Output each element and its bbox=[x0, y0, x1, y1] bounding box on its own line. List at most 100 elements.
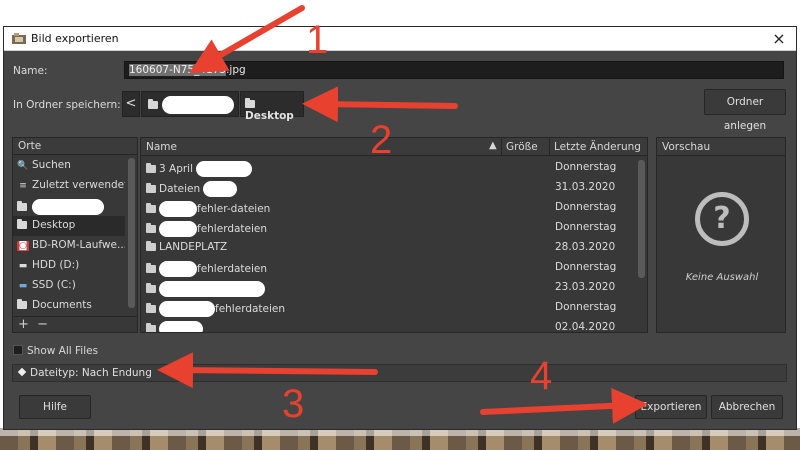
file-name: Dateien bbox=[159, 183, 201, 195]
place-home[interactable] bbox=[13, 196, 125, 216]
file-date: Donnerstag bbox=[555, 201, 617, 213]
column-name[interactable]: Name bbox=[146, 141, 177, 153]
file-row[interactable]: fehlerdateien Donnerstag bbox=[141, 218, 635, 238]
place-documents[interactable]: Documents bbox=[13, 296, 125, 316]
drive-icon: ▬ bbox=[18, 281, 28, 291]
file-row[interactable]: Dateien 31.03.2020 bbox=[141, 178, 635, 198]
path-crumb-desktop[interactable]: Desktop bbox=[240, 91, 304, 122]
file-row[interactable]: 02.04.2020 bbox=[141, 318, 635, 333]
export-dialog: Bild exportieren × Name: 160607-N75_4173… bbox=[3, 26, 797, 430]
place-label: Zuletzt verwendet bbox=[32, 179, 125, 191]
places-footer: + − bbox=[13, 316, 137, 332]
files-header: Name ▲ Größe Letzte Änderung bbox=[141, 138, 647, 156]
files-scrollbar[interactable] bbox=[638, 160, 645, 278]
add-place-button[interactable]: + bbox=[18, 317, 29, 332]
place-label: Desktop bbox=[32, 219, 76, 231]
column-modified[interactable]: Letzte Änderung bbox=[554, 141, 641, 153]
expander-icon bbox=[17, 367, 27, 377]
create-folder-button[interactable]: Ordner anlegen bbox=[704, 89, 786, 132]
preview-header: Vorschau bbox=[657, 138, 785, 156]
redacted-name bbox=[162, 96, 234, 114]
filetype-label: Dateityp: Nach Endung bbox=[30, 367, 152, 379]
folder-icon bbox=[245, 98, 255, 108]
folder-icon bbox=[148, 99, 158, 109]
place-search[interactable]: 🔍 Suchen bbox=[13, 156, 125, 176]
folder-icon bbox=[146, 263, 156, 273]
folder-icon bbox=[17, 219, 29, 231]
file-name: fehler-dateien bbox=[197, 203, 271, 215]
preview-empty-text: Keine Auswahl bbox=[685, 272, 759, 283]
file-name: fehlerdateien bbox=[197, 223, 268, 235]
folder-icon bbox=[146, 323, 156, 332]
help-button[interactable]: Hilfe bbox=[19, 395, 91, 419]
sort-ascending-icon[interactable]: ▲ bbox=[489, 140, 497, 151]
folder-icon bbox=[17, 299, 29, 311]
places-header: Orte bbox=[13, 138, 137, 155]
home-folder-icon bbox=[17, 201, 29, 213]
file-name: 3 April bbox=[159, 163, 194, 175]
file-date: 31.03.2020 bbox=[555, 181, 616, 193]
file-row[interactable]: fehlerdateien Donnerstag bbox=[141, 298, 635, 318]
disc-icon: ◙ bbox=[17, 241, 29, 251]
file-row[interactable]: LANDEPLATZ 28.03.2020 bbox=[141, 238, 635, 258]
gimp-app-icon bbox=[12, 33, 26, 44]
cancel-button[interactable]: Abbrechen bbox=[711, 395, 783, 419]
file-row[interactable]: fehler-dateien Donnerstag bbox=[141, 198, 635, 218]
place-ssd[interactable]: ▬ SSD (C:) bbox=[13, 276, 125, 296]
place-bd-rom[interactable]: ◙ BD-ROM-Laufwe... bbox=[13, 236, 125, 256]
file-date: Donnerstag bbox=[555, 161, 617, 173]
place-recent[interactable]: ≡ Zuletzt verwendet bbox=[13, 176, 125, 196]
file-date: Donnerstag bbox=[555, 261, 617, 273]
folder-icon bbox=[146, 203, 156, 213]
places-panel: Orte 🔍 Suchen ≡ Zuletzt verwendet Desktop … bbox=[12, 137, 138, 333]
checkbox-box[interactable] bbox=[13, 345, 23, 355]
file-date: 02.04.2020 bbox=[555, 321, 616, 333]
filename-selected-text: 160607-N75_4173 bbox=[129, 64, 227, 76]
column-size[interactable]: Größe bbox=[506, 141, 538, 153]
files-panel: Name ▲ Größe Letzte Änderung 3 April Don… bbox=[140, 137, 648, 333]
folder-icon bbox=[146, 163, 156, 173]
annotation-number-1: 1 bbox=[306, 18, 329, 62]
place-label: Suchen bbox=[32, 159, 71, 171]
remove-place-button[interactable]: − bbox=[37, 317, 48, 332]
annotation-number-4: 4 bbox=[530, 354, 553, 398]
folder-icon bbox=[146, 303, 156, 313]
file-date: 23.03.2020 bbox=[555, 281, 616, 293]
file-row[interactable]: fehlerdateien Donnerstag bbox=[141, 258, 635, 278]
filetype-expander[interactable]: Dateityp: Nach Endung bbox=[12, 364, 787, 382]
file-name: fehlerdateien bbox=[215, 303, 286, 315]
file-date: Donnerstag bbox=[555, 221, 617, 233]
close-button[interactable]: × bbox=[768, 28, 790, 50]
save-in-folder-label: In Ordner speichern: bbox=[13, 99, 121, 111]
path-crumb-label: Desktop bbox=[245, 110, 294, 122]
preview-panel: Vorschau ? Keine Auswahl bbox=[656, 137, 786, 333]
filename-input[interactable]: 160607-N75_4173.jpg bbox=[124, 61, 784, 79]
path-back-button[interactable]: < bbox=[122, 91, 140, 117]
folder-icon bbox=[146, 241, 156, 251]
show-all-files-label: Show All Files bbox=[27, 345, 99, 357]
folder-icon bbox=[146, 223, 156, 233]
redacted-name bbox=[32, 199, 104, 215]
places-list: 🔍 Suchen ≡ Zuletzt verwendet Desktop ◙ BD-R… bbox=[13, 156, 125, 316]
show-all-files-checkbox[interactable]: Show All Files bbox=[13, 345, 98, 357]
path-crumb-user[interactable] bbox=[141, 91, 239, 117]
file-date: Donnerstag bbox=[555, 301, 617, 313]
annotation-number-2: 2 bbox=[370, 118, 393, 162]
export-button[interactable]: Exportieren bbox=[635, 395, 707, 419]
place-hdd[interactable]: ▬ HDD (D:) bbox=[13, 256, 125, 276]
place-label: Documents bbox=[32, 299, 92, 311]
file-date: 28.03.2020 bbox=[555, 241, 616, 253]
file-name: fehlerdateien bbox=[197, 263, 268, 275]
places-scrollbar[interactable] bbox=[128, 158, 135, 308]
place-desktop[interactable]: Desktop bbox=[13, 216, 125, 236]
place-label: BD-ROM-Laufwe... bbox=[32, 239, 125, 251]
filename-extension: .jpg bbox=[226, 64, 246, 76]
recent-icon: ≡ bbox=[19, 181, 27, 191]
drive-icon: ▬ bbox=[18, 261, 28, 271]
file-row[interactable]: 23.03.2020 bbox=[141, 278, 635, 298]
name-label: Name: bbox=[13, 65, 48, 77]
title-bar: Bild exportieren × bbox=[4, 27, 796, 51]
question-icon: ? bbox=[695, 192, 749, 246]
search-icon: 🔍 bbox=[17, 161, 29, 171]
place-label: HDD (D:) bbox=[32, 259, 80, 271]
